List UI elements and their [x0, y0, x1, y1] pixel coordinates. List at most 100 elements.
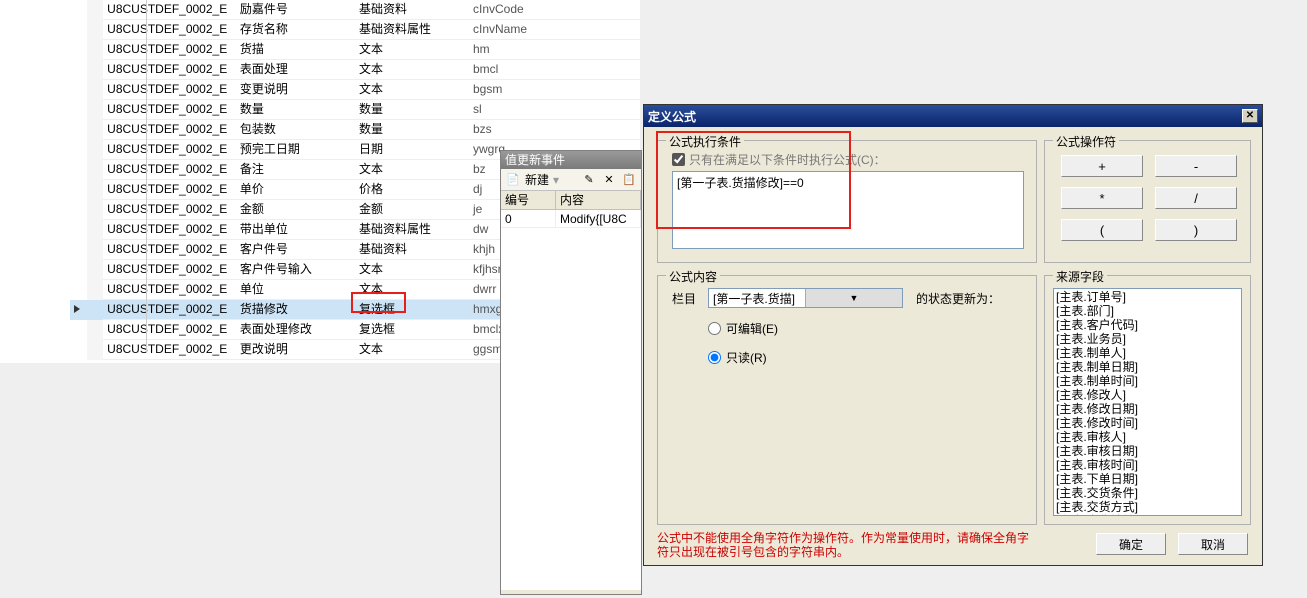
- list-item[interactable]: [主表.修改人]: [1056, 388, 1239, 402]
- row-id: 0: [501, 210, 556, 228]
- list-item[interactable]: [主表.下单日期]: [1056, 472, 1239, 486]
- ok-button[interactable]: 确定: [1096, 533, 1166, 555]
- list-item[interactable]: [主表.审核日期]: [1056, 444, 1239, 458]
- subwin-grid-body[interactable]: 0 Modify{[U8C: [501, 210, 641, 590]
- cell-type: 文本: [355, 260, 469, 280]
- cond-checkbox-label[interactable]: 只有在满足以下条件时执行公式(C)：: [672, 151, 886, 168]
- row-content: Modify{[U8C: [556, 210, 641, 228]
- edit-icon[interactable]: ✎: [581, 172, 597, 188]
- cell-type: 文本: [355, 160, 469, 180]
- cell-type: 文本: [355, 60, 469, 80]
- list-item[interactable]: [主表.订单号]: [1056, 290, 1239, 304]
- cell-name: 货描: [236, 40, 355, 60]
- list-item[interactable]: [主表.部门]: [1056, 304, 1239, 318]
- row-pointer: [70, 120, 87, 140]
- row-pointer: [70, 80, 87, 100]
- op-button-*[interactable]: *: [1061, 187, 1143, 209]
- close-icon[interactable]: ✕: [1242, 109, 1258, 123]
- list-item[interactable]: [主表.交货条件]: [1056, 486, 1239, 500]
- list-item[interactable]: [主表.审核时间]: [1056, 458, 1239, 472]
- table-row[interactable]: U8CUSTDEF_0002_E包装数数量bzs: [70, 120, 640, 140]
- new-icon[interactable]: 📄: [505, 172, 521, 188]
- ops-legend: 公式操作符: [1053, 133, 1119, 150]
- cell-code: U8CUSTDEF_0002_E: [103, 120, 236, 140]
- cell-name: 表面处理: [236, 60, 355, 80]
- table-row[interactable]: U8CUSTDEF_0002_E货描文本hm: [70, 40, 640, 60]
- cell-type: 价格: [355, 180, 469, 200]
- list-item[interactable]: [主表.制单时间]: [1056, 374, 1239, 388]
- cell-name: 包装数: [236, 120, 355, 140]
- row-pointer: [70, 260, 87, 280]
- column-combobox[interactable]: [第一子表.货描] ▼: [708, 288, 903, 308]
- subwin-grid-header: 编号 内容: [501, 191, 641, 210]
- list-item[interactable]: [主表.修改时间]: [1056, 416, 1239, 430]
- list-item[interactable]: [主表.制单人]: [1056, 346, 1239, 360]
- table-row[interactable]: U8CUSTDEF_0002_E表面处理文本bmcl: [70, 60, 640, 80]
- cond-text: [第一子表.货描修改]==0: [677, 176, 804, 190]
- list-item[interactable]: [主表.交货方式]: [1056, 500, 1239, 514]
- op-button-([interactable]: (: [1061, 219, 1143, 241]
- cell-type: 日期: [355, 140, 469, 160]
- list-item[interactable]: [主表.出货地址]: [1056, 514, 1239, 516]
- row-gutter: [87, 120, 104, 140]
- cell-name: 客户件号输入: [236, 260, 355, 280]
- cell-type: 基础资料属性: [355, 220, 469, 240]
- source-legend: 来源字段: [1053, 268, 1107, 285]
- col-content: 内容: [556, 191, 641, 209]
- list-item[interactable]: [主表.业务员]: [1056, 332, 1239, 346]
- chevron-down-icon[interactable]: ▼: [805, 289, 902, 307]
- op-button-+[interactable]: +: [1061, 155, 1143, 177]
- row-pointer: [70, 240, 87, 260]
- row-gutter: [87, 60, 104, 80]
- cell-name: 货描修改: [236, 300, 355, 320]
- row-pointer: [70, 180, 87, 200]
- cell-name: 表面处理修改: [236, 320, 355, 340]
- row-gutter: [87, 220, 104, 240]
- op-button-/[interactable]: /: [1155, 187, 1237, 209]
- op-button--[interactable]: -: [1155, 155, 1237, 177]
- cell-code: U8CUSTDEF_0002_E: [103, 240, 236, 260]
- list-item[interactable]: [主表.审核人]: [1056, 430, 1239, 444]
- radio-editable-label[interactable]: 可编辑(E): [708, 320, 778, 337]
- row-gutter: [87, 180, 104, 200]
- row-pointer: [70, 320, 87, 340]
- cond-checkbox-text: 只有在满足以下条件时执行公式(C)：: [689, 151, 886, 168]
- warning-text: 公式中不能使用全角字符作为操作符。作为常量使用时，请确保全角字符只出现在被引号包…: [657, 531, 1029, 559]
- content-legend: 公式内容: [666, 268, 720, 285]
- list-item[interactable]: [主表.制单日期]: [1056, 360, 1239, 374]
- list-item[interactable]: [主表.客户代码]: [1056, 318, 1239, 332]
- row-gutter: [87, 40, 104, 60]
- cell-code: U8CUSTDEF_0002_E: [103, 100, 236, 120]
- table-row[interactable]: U8CUSTDEF_0002_E变更说明文本bgsm: [70, 80, 640, 100]
- source-listbox[interactable]: [主表.订单号][主表.部门][主表.客户代码][主表.业务员][主表.制单人]…: [1053, 288, 1242, 516]
- radio-readonly[interactable]: [708, 351, 721, 364]
- delete-icon[interactable]: ✕: [601, 172, 617, 188]
- group-operators: 公式操作符 +-*/(): [1044, 140, 1251, 263]
- table-row[interactable]: U8CUSTDEF_0002_E数量数量sl: [70, 100, 640, 120]
- cell-field: cInvCode: [469, 0, 640, 20]
- table-row[interactable]: U8CUSTDEF_0002_E励嘉件号基础资料cInvCode: [70, 0, 640, 20]
- new-button[interactable]: 新建: [525, 171, 549, 188]
- row-gutter: [87, 100, 104, 120]
- row-gutter: [87, 240, 104, 260]
- cancel-button[interactable]: 取消: [1178, 533, 1248, 555]
- cell-code: U8CUSTDEF_0002_E: [103, 200, 236, 220]
- row-pointer: [70, 300, 87, 320]
- row-gutter: [87, 0, 104, 20]
- row-gutter: [87, 280, 104, 300]
- radio-editable[interactable]: [708, 322, 721, 335]
- cond-textarea[interactable]: [第一子表.货描修改]==0: [672, 171, 1024, 249]
- cond-checkbox[interactable]: [672, 153, 685, 166]
- dialog-titlebar[interactable]: 定义公式 ✕: [644, 105, 1262, 127]
- op-button-)[interactable]: ): [1155, 219, 1237, 241]
- value-update-events-window: 值更新事件 📄 新建 ▾ ✎ ✕ 📋 编号 内容 0 Modify{[U8C: [500, 150, 642, 595]
- cell-code: U8CUSTDEF_0002_E: [103, 300, 236, 320]
- radio-readonly-label[interactable]: 只读(R): [708, 349, 778, 366]
- list-item[interactable]: [主表.修改日期]: [1056, 402, 1239, 416]
- table-row[interactable]: U8CUSTDEF_0002_E存货名称基础资料属性cInvName: [70, 20, 640, 40]
- copy-icon[interactable]: 📋: [621, 172, 637, 188]
- cell-name: 客户件号: [236, 240, 355, 260]
- cell-name: 单价: [236, 180, 355, 200]
- row-gutter: [87, 200, 104, 220]
- cell-code: U8CUSTDEF_0002_E: [103, 220, 236, 240]
